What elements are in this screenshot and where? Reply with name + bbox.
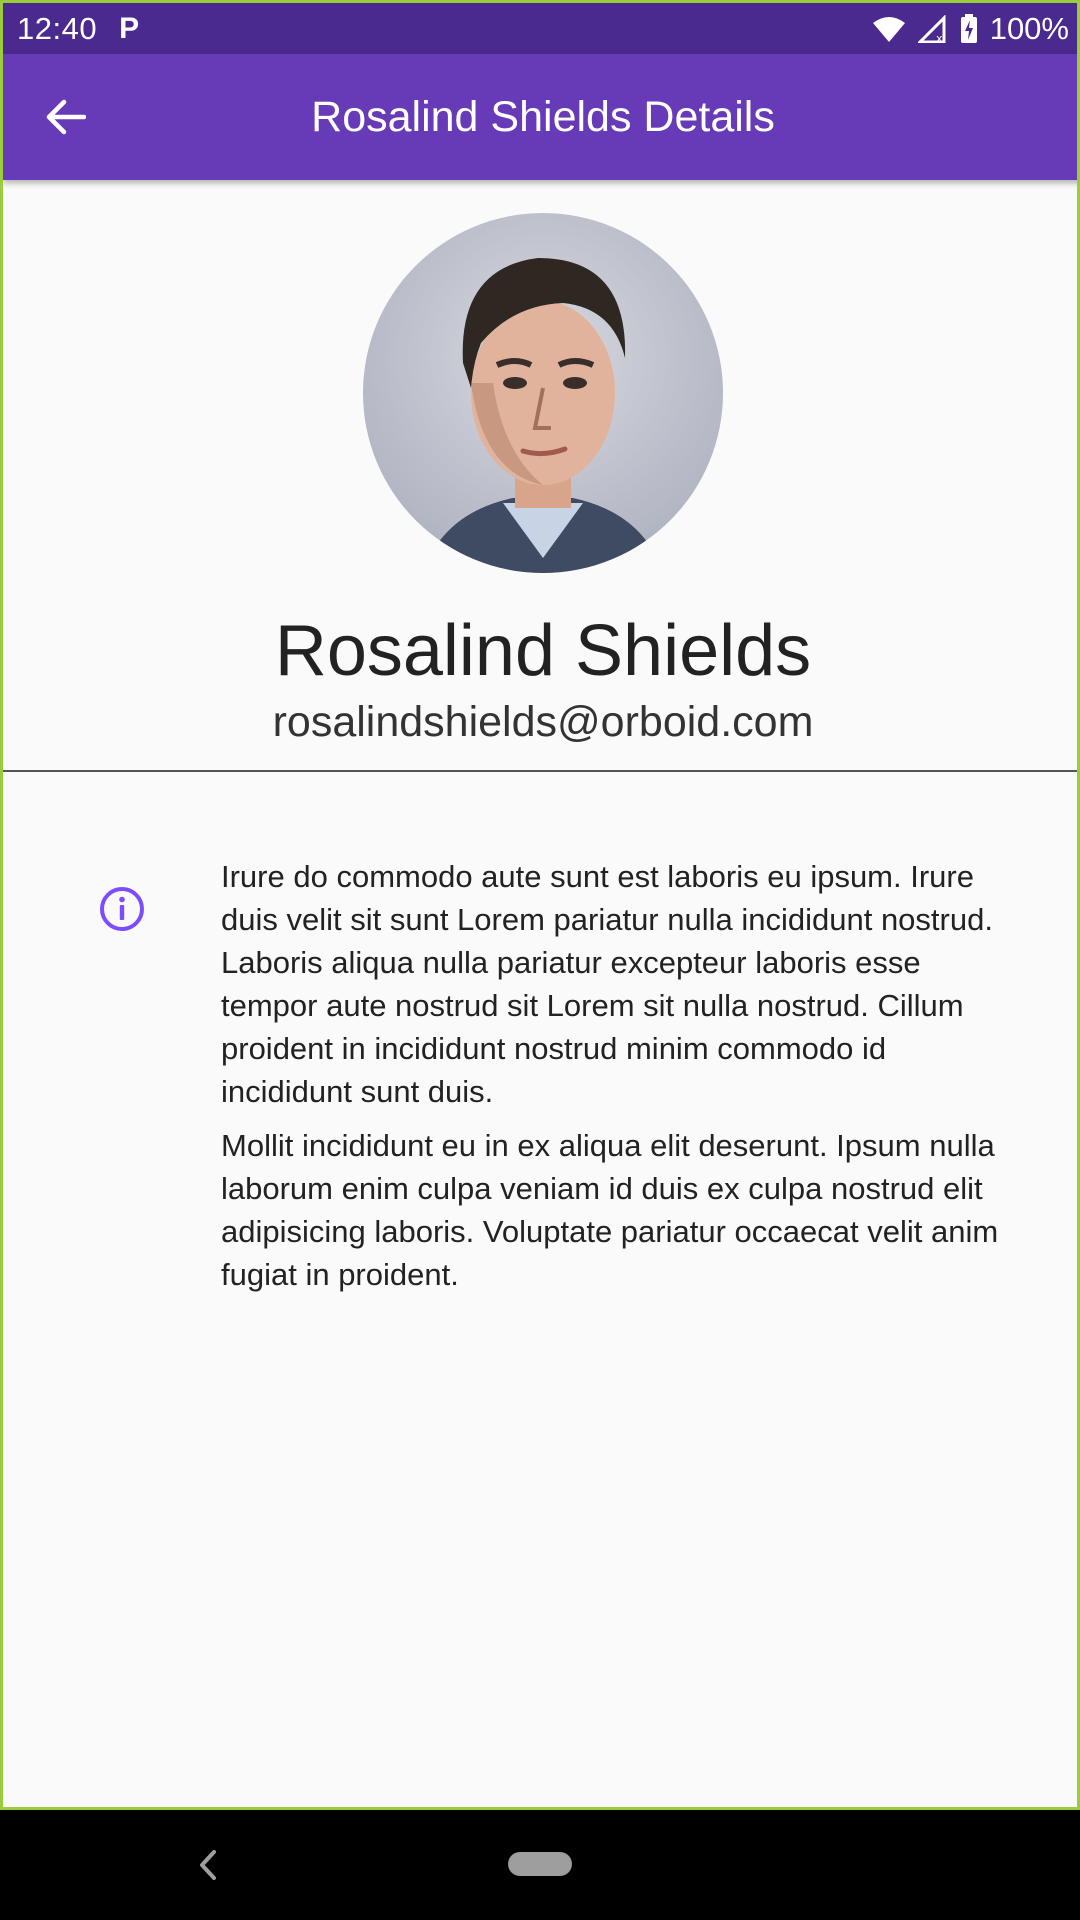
- back-button[interactable]: [33, 87, 99, 147]
- arrow-back-icon: [46, 99, 86, 135]
- nav-back-icon[interactable]: [190, 1842, 226, 1888]
- divider: [3, 770, 1077, 772]
- details-text: Irure do commodo aute sunt est laboris e…: [221, 855, 1011, 1307]
- app-bar: Rosalind Shields Details: [3, 54, 1077, 180]
- wifi-icon: [872, 16, 905, 42]
- info-icon: [100, 887, 144, 931]
- status-bar: 12:40 P x 100%: [3, 0, 1077, 54]
- status-time: 12:40: [17, 10, 98, 46]
- battery-percentage: 100%: [989, 10, 1069, 46]
- details-paragraph-1: Irure do commodo aute sunt est laboris e…: [221, 859, 993, 1109]
- svg-text:x: x: [936, 32, 943, 43]
- screen: 12:40 P x 100% Rosalind Shields Details: [0, 0, 1080, 1810]
- profile-email: rosalindshields@orboid.com: [272, 698, 814, 746]
- profile-name: Rosalind Shields: [274, 611, 812, 691]
- page-title: Rosalind Shields Details: [311, 92, 775, 141]
- parking-notification-icon: P: [119, 11, 140, 45]
- battery-charging-icon: [960, 13, 977, 43]
- avatar-photo: [423, 258, 663, 573]
- system-nav-bar: [0, 1810, 1080, 1920]
- cell-signal-icon: x: [917, 14, 946, 43]
- nav-home-button[interactable]: [508, 1852, 572, 1876]
- status-indicators: x 100%: [872, 11, 1069, 47]
- avatar: [363, 213, 723, 573]
- details-paragraph-2: Mollit incididunt eu in ex aliqua elit d…: [221, 1128, 999, 1292]
